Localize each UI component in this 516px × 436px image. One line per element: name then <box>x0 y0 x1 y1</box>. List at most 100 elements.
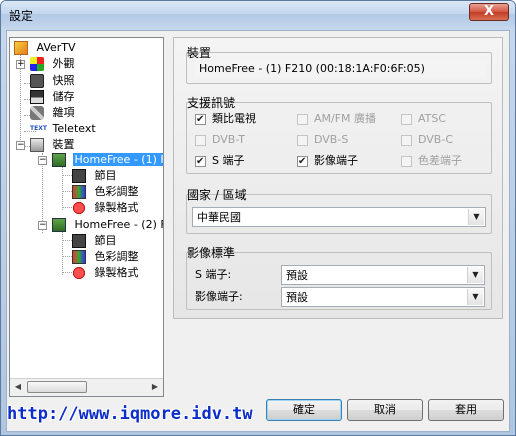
video-standard-group: 影像標準 S 端子: 預設 ▼ 影像端子: 預設 ▼ <box>186 246 492 310</box>
color-adjust-icon <box>72 185 86 199</box>
checkbox-label: 類比電視 <box>212 112 256 125</box>
tree-root-label: AVerTV <box>36 41 76 54</box>
tree-item-device1-program[interactable]: 節目 <box>72 168 119 184</box>
settings-tree[interactable]: AVerTV + 外觀 快照 儲存 雜項 TEXT Teletext − 裝置 <box>9 37 164 397</box>
settings-window: 設定 X AVerTV + 外觀 快照 儲存 雜項 TEXT Teletext … <box>0 0 516 436</box>
tree-item-label: 雜項 <box>52 106 75 119</box>
tree-item-label: HomeFree - (2) F2 <box>74 218 164 231</box>
composite-standard-select[interactable]: 預設 ▼ <box>281 287 485 307</box>
scroll-right-arrow-icon[interactable]: ▶ <box>148 381 162 393</box>
record-icon <box>72 201 86 215</box>
website-watermark: http://www.iqmore.idv.tw <box>7 404 253 424</box>
tools-icon <box>30 106 44 120</box>
collapse-device2-toggle[interactable]: − <box>38 221 47 230</box>
checkbox-box[interactable] <box>195 154 206 170</box>
device-group-title: 裝置 <box>187 46 212 60</box>
s-video-standard-select[interactable]: 預設 ▼ <box>281 265 485 285</box>
tree-root[interactable]: AVerTV <box>14 40 78 56</box>
device-name-field: HomeFree - (1) F210 (00:18:1A:F0:6F:05) <box>195 61 485 77</box>
checkbox-box <box>297 134 308 146</box>
tree-item-label: 節目 <box>94 169 117 182</box>
tree-item-label: 節目 <box>94 234 117 247</box>
ok-button[interactable]: 確定 <box>266 399 342 421</box>
appearance-icon <box>30 57 44 71</box>
signal-checkbox-5: DVB-C <box>401 132 453 148</box>
chevron-down-icon[interactable]: ▼ <box>467 267 483 283</box>
region-select-value: 中華民國 <box>197 211 241 224</box>
teletext-icon: TEXT <box>30 125 47 132</box>
tree-item-device1-record[interactable]: 錄製格式 <box>72 200 141 216</box>
cancel-button[interactable]: 取消 <box>347 399 423 421</box>
tree-item-label: 儲存 <box>52 90 75 103</box>
checkbox-box <box>195 134 206 146</box>
tree-item-appearance[interactable]: 外觀 <box>30 56 77 72</box>
region-group: 國家 / 區域 中華民國 ▼ <box>186 188 492 234</box>
tree-item-label: 色彩調整 <box>94 185 139 198</box>
camera-icon <box>30 74 44 88</box>
tree-item-device1-color[interactable]: 色彩調整 <box>72 184 141 200</box>
tree-item-device2-record[interactable]: 錄製格式 <box>72 265 141 281</box>
close-button[interactable]: X <box>469 3 509 21</box>
checkbox-box <box>401 134 412 146</box>
scroll-left-arrow-icon[interactable]: ◀ <box>11 381 25 393</box>
tv-tuner-icon <box>52 218 66 232</box>
collapse-device1-toggle[interactable]: − <box>38 156 47 165</box>
signal-checkbox-4: DVB-S <box>297 132 348 148</box>
tree-item-device[interactable]: 裝置 <box>30 137 77 153</box>
checkbox-label: DVB-C <box>418 133 453 146</box>
checkbox-box <box>401 113 412 125</box>
expand-appearance-toggle[interactable]: + <box>16 60 25 69</box>
checkbox-label: DVB-S <box>314 133 349 146</box>
checkbox-box <box>401 155 412 167</box>
tree-item-device2-program[interactable]: 節目 <box>72 233 119 249</box>
tree-item-teletext[interactable]: TEXT Teletext <box>30 121 98 137</box>
chevron-down-icon[interactable]: ▼ <box>468 209 484 225</box>
tree-item-label: 錄製格式 <box>94 266 139 279</box>
tree-item-snapshot[interactable]: 快照 <box>30 73 77 89</box>
signal-checkbox-6[interactable]: S 端子 <box>195 153 245 170</box>
composite-label: 影像端子: <box>195 290 243 303</box>
tree-item-label: 快照 <box>52 74 75 87</box>
tree-item-save[interactable]: 儲存 <box>30 89 77 105</box>
signal-checkbox-2: ATSC <box>401 111 446 127</box>
checkbox-label: ATSC <box>418 112 447 125</box>
tree-item-label: 外觀 <box>52 57 75 70</box>
window-title: 設定 <box>9 9 34 23</box>
tree-item-label: 裝置 <box>52 138 75 151</box>
collapse-device-toggle[interactable]: − <box>16 141 25 150</box>
device-icon <box>30 138 44 152</box>
chevron-down-icon[interactable]: ▼ <box>467 289 483 305</box>
region-group-title: 國家 / 區域 <box>187 188 247 202</box>
checkbox-label: S 端子 <box>212 154 245 167</box>
composite-standard-value: 預設 <box>286 291 308 304</box>
tree-item-label: 色彩調整 <box>94 250 139 263</box>
tree-item-misc[interactable]: 雜項 <box>30 105 77 121</box>
floppy-disk-icon <box>30 90 44 104</box>
s-video-label: S 端子: <box>195 268 232 281</box>
title-bar[interactable]: 設定 X <box>1 1 515 27</box>
apply-button[interactable]: 套用 <box>428 399 504 421</box>
supported-signals-group: 支援訊號 類比電視 AM/FM 廣播 ATSC DVB-T DVB-S DVB-C S 端子… <box>186 96 492 174</box>
tree-item-device2-color[interactable]: 色彩調整 <box>72 249 141 265</box>
color-adjust-icon <box>72 250 86 264</box>
checkbox-box <box>297 113 308 125</box>
signal-checkbox-7[interactable]: 影像端子 <box>297 153 358 170</box>
region-select[interactable]: 中華民國 ▼ <box>192 207 486 227</box>
checkbox-label: DVB-T <box>212 133 246 146</box>
signal-checkbox-3: DVB-T <box>195 132 245 148</box>
video-standard-title: 影像標準 <box>187 246 236 260</box>
avertv-logo-icon <box>14 41 28 55</box>
tree-item-device-1[interactable]: HomeFree - (1) F2 <box>52 152 163 168</box>
tree-item-device-2[interactable]: HomeFree - (2) F2 <box>52 217 164 233</box>
device-group: 裝置 HomeFree - (1) F210 (00:18:1A:F0:6F:0… <box>186 46 492 84</box>
s-video-standard-value: 預設 <box>286 269 308 282</box>
checkbox-label: 色差端子 <box>418 154 462 167</box>
tree-horizontal-scrollbar[interactable]: ◀ ▶ <box>10 378 163 396</box>
signal-checkbox-8: 色差端子 <box>401 153 462 169</box>
checkbox-box[interactable] <box>297 154 308 170</box>
checkbox-box[interactable] <box>195 112 206 128</box>
channel-icon <box>72 234 86 248</box>
scrollbar-thumb[interactable] <box>27 381 87 393</box>
signal-checkbox-0[interactable]: 類比電視 <box>195 111 256 128</box>
tree-item-label: 錄製格式 <box>94 201 139 214</box>
